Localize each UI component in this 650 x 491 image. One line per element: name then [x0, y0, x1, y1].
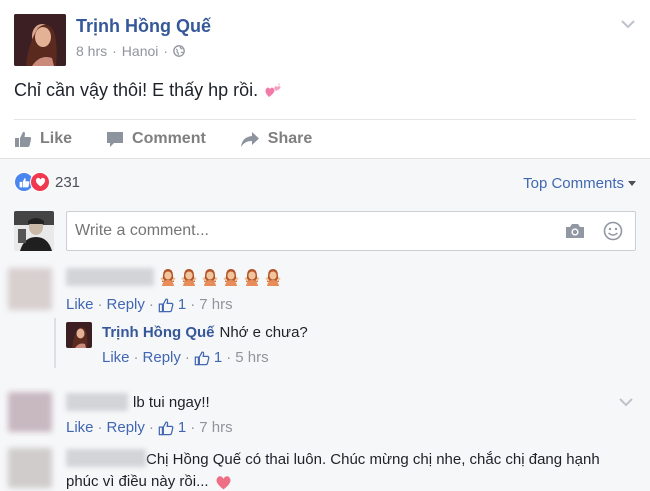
thumbs-up-icon	[194, 351, 210, 365]
reply-actions: Like · Reply · 1 · 5 hrs	[102, 349, 269, 366]
commenter-avatar[interactable]	[8, 392, 52, 432]
comment-icon	[107, 132, 124, 147]
comment-input[interactable]	[75, 222, 535, 240]
post-meta: 8 hrs · Hanoi ·	[76, 43, 185, 59]
commenter-name-blurred[interactable]	[66, 268, 154, 286]
current-user-avatar[interactable]	[14, 211, 54, 251]
thumbs-up-icon	[158, 421, 174, 435]
post-text: Chỉ cần vậy thôi! E thấy hp rồi.	[14, 80, 282, 101]
dot-separator: ·	[148, 419, 154, 436]
comment-content: Chị Hồng Quế có thai luôn. Chúc mừng chị…	[66, 449, 626, 491]
reaction-summary[interactable]: 231	[14, 172, 80, 192]
woman-gesture-emoji-icon	[223, 269, 239, 286]
reply-text: Nhớ e chưa?	[219, 324, 308, 341]
comment-reply-link[interactable]: Reply	[107, 419, 145, 436]
globe-icon	[173, 45, 185, 57]
chevron-down-icon[interactable]	[620, 16, 636, 32]
comment-composer[interactable]	[66, 211, 636, 251]
share-label: Share	[267, 130, 313, 147]
woman-gesture-emoji-icon	[160, 269, 176, 286]
comment-like-count[interactable]: 1	[178, 419, 186, 436]
thumbs-up-icon	[15, 131, 32, 147]
thumbs-up-icon	[158, 298, 174, 312]
meta-separator: ·	[112, 43, 117, 59]
meta-separator-2: ·	[163, 43, 169, 59]
top-comments-label: Top Comments	[523, 175, 624, 192]
post-divider	[14, 119, 636, 120]
post-time[interactable]: 8 hrs	[76, 43, 107, 59]
commenter-avatar[interactable]	[8, 268, 52, 310]
share-icon	[240, 132, 259, 147]
emoji-group	[159, 268, 282, 286]
reaction-count[interactable]: 231	[55, 174, 80, 191]
comment-text-line2: phúc vì điều này rồi...	[66, 473, 209, 490]
chevron-down-icon[interactable]	[618, 396, 634, 408]
author-avatar[interactable]	[14, 14, 66, 66]
reply-author-name[interactable]: Trịnh Hồng Quế	[102, 324, 215, 341]
comment-actions: Like · Reply · 1 · 7 hrs	[66, 419, 233, 436]
comment-reply-link[interactable]: Reply	[107, 296, 145, 313]
dot-separator: ·	[148, 296, 154, 313]
comment-time[interactable]: 7 hrs	[199, 296, 232, 313]
post-header: Trịnh Hồng Quế 8 hrs · Hanoi ·	[14, 14, 636, 66]
reply-reply-link[interactable]: Reply	[143, 349, 181, 366]
caret-down-icon	[628, 180, 636, 186]
sparkling-heart-icon	[265, 83, 281, 97]
reply-author-avatar[interactable]	[66, 322, 92, 348]
camera-icon[interactable]	[565, 222, 585, 240]
dot-separator: ·	[97, 296, 103, 313]
comment-button[interactable]: Comment	[106, 130, 206, 148]
comments-section	[0, 158, 650, 491]
woman-gesture-emoji-icon	[202, 269, 218, 286]
woman-gesture-emoji-icon	[244, 269, 260, 286]
comment-time[interactable]: 7 hrs	[199, 419, 232, 436]
like-button[interactable]: Like	[14, 130, 72, 148]
heart-icon	[216, 475, 231, 489]
comment-text: lb tui ngay!!	[133, 393, 210, 411]
woman-gesture-emoji-icon	[265, 269, 281, 286]
share-button[interactable]: Share	[240, 130, 312, 148]
reply-content: Trịnh Hồng Quế Nhớ e chưa?	[102, 324, 308, 341]
comment-actions: Like · Reply · 1 · 7 hrs	[66, 296, 233, 313]
reaction-icons	[14, 172, 50, 192]
reply-like-count[interactable]: 1	[214, 349, 222, 366]
reply-thread-line	[54, 318, 56, 368]
comment-content	[66, 268, 282, 286]
love-reaction-icon	[30, 172, 50, 192]
dot-separator: ·	[184, 349, 190, 366]
top-comments-dropdown[interactable]: Top Comments	[523, 175, 636, 192]
comment-text-line1: Chị Hồng Quế có thai luôn. Chúc mừng chị…	[146, 451, 600, 468]
dot-separator: ·	[190, 296, 196, 313]
post-actions: Like Comment Share	[14, 124, 346, 154]
like-label: Like	[40, 130, 73, 147]
comment-like-link[interactable]: Like	[66, 419, 94, 436]
comment-label: Comment	[132, 130, 206, 147]
post-location[interactable]: Hanoi	[122, 43, 159, 59]
commenter-name-blurred[interactable]	[66, 449, 146, 467]
dot-separator: ·	[226, 349, 232, 366]
commenter-name-blurred[interactable]	[66, 393, 128, 411]
dot-separator: ·	[133, 349, 139, 366]
woman-gesture-emoji-icon	[181, 269, 197, 286]
post-author-name[interactable]: Trịnh Hồng Quế	[76, 16, 211, 37]
comment-content: lb tui ngay!!	[66, 393, 210, 411]
emoji-icon[interactable]	[603, 221, 623, 241]
comment-like-link[interactable]: Like	[66, 296, 94, 313]
commenter-avatar[interactable]	[8, 448, 52, 488]
dot-separator: ·	[97, 419, 103, 436]
reply-like-link[interactable]: Like	[102, 349, 130, 366]
comment-like-count[interactable]: 1	[178, 296, 186, 313]
post-body: Chỉ cần vậy thôi! E thấy hp rồi.	[14, 80, 259, 100]
reply-time[interactable]: 5 hrs	[235, 349, 268, 366]
dot-separator: ·	[190, 419, 196, 436]
